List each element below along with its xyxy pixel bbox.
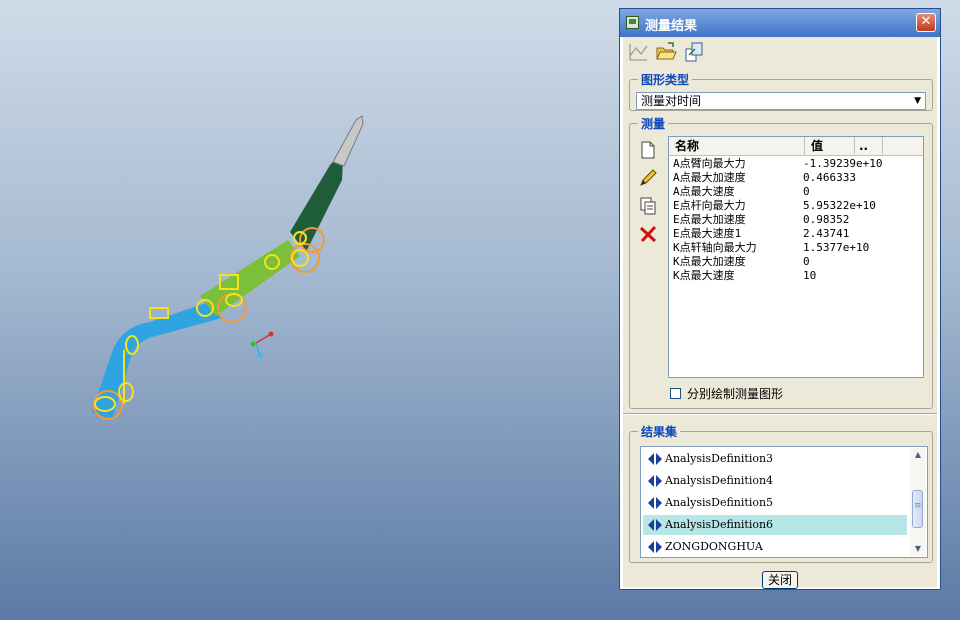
graph-type-value: 测量对时间 bbox=[641, 94, 702, 108]
close-icon[interactable]: ✕ bbox=[916, 13, 936, 32]
table-row[interactable]: E点最大速度1 2.43741 bbox=[669, 227, 923, 241]
result-set-legend: 结果集 bbox=[641, 425, 678, 439]
expand-arrows-icon bbox=[648, 453, 662, 465]
table-row[interactable]: K点最大加速度 0 bbox=[669, 255, 923, 269]
dialog-title: 测量结果 bbox=[645, 19, 698, 34]
graph-type-legend: 图形类型 bbox=[641, 73, 690, 87]
list-item[interactable]: ZONGDONGHUA bbox=[643, 537, 907, 557]
copy-icon[interactable] bbox=[638, 196, 658, 216]
scroll-down-icon[interactable]: ▼ bbox=[910, 542, 926, 556]
close-button[interactable]: 关闭 bbox=[762, 571, 798, 589]
list-item[interactable]: AnalysisDefinition3 bbox=[643, 449, 907, 469]
chevron-down-icon: ▼ bbox=[914, 96, 921, 106]
coordinate-triad-icon bbox=[250, 331, 274, 359]
column-value[interactable]: 值 bbox=[805, 137, 855, 155]
column-name[interactable]: 名称 bbox=[669, 137, 805, 155]
table-row[interactable]: K点最大速度 10 bbox=[669, 269, 923, 283]
table-header: 名称 值 .. bbox=[669, 137, 923, 156]
measures-group: 测量 名称 值 .. A点臂向最大力 -1.39239e+10 A点最大加速度 … bbox=[629, 115, 933, 409]
expand-arrows-icon bbox=[648, 541, 662, 553]
table-row[interactable]: E点最大加速度 0.98352 bbox=[669, 213, 923, 227]
column-more[interactable]: .. bbox=[855, 137, 883, 155]
tool-tip bbox=[332, 115, 364, 167]
graph-icon[interactable] bbox=[627, 41, 649, 63]
list-scrollbar[interactable]: ▲ ▼ bbox=[910, 448, 926, 556]
table-row[interactable]: A点臂向最大力 -1.39239e+10 bbox=[669, 157, 923, 171]
middle-arm-segment bbox=[200, 240, 300, 316]
export-icon[interactable] bbox=[683, 41, 705, 63]
split-plot-checkbox[interactable] bbox=[670, 388, 681, 399]
expand-arrows-icon bbox=[648, 497, 662, 509]
graph-type-select[interactable]: 测量对时间 ▼ bbox=[636, 92, 926, 110]
result-set-list[interactable]: AnalysisDefinition3 AnalysisDefinition4 … bbox=[640, 446, 928, 558]
new-document-icon[interactable] bbox=[638, 140, 658, 160]
table-row[interactable]: K点轩轴向最大力 1.5377e+10 bbox=[669, 241, 923, 255]
delete-x-icon[interactable] bbox=[638, 224, 658, 244]
list-item[interactable]: AnalysisDefinition6 bbox=[643, 515, 907, 535]
scroll-up-icon[interactable]: ▲ bbox=[910, 448, 926, 462]
mechanism-model[interactable] bbox=[0, 0, 600, 620]
expand-arrows-icon bbox=[648, 519, 662, 531]
table-row[interactable]: A点最大加速度 0.466333 bbox=[669, 171, 923, 185]
upper-arm-segment bbox=[290, 159, 343, 252]
list-item[interactable]: AnalysisDefinition4 bbox=[643, 471, 907, 491]
dialog-body: 图形类型 测量对时间 ▼ 测量 名称 值 .. A点臂向最大力 -1.39239… bbox=[623, 37, 937, 589]
split-plot-label: 分别绘制测量图形 bbox=[687, 387, 784, 401]
measures-legend: 测量 bbox=[641, 117, 666, 131]
table-row[interactable]: A点最大速度 0 bbox=[669, 185, 923, 199]
measure-results-dialog: 测量结果 ✕ 图形类型 测量对时间 ▼ 测量 名称 值 .. A点臂向最大力 -… bbox=[619, 8, 941, 590]
title-bar[interactable]: 测量结果 ✕ bbox=[620, 9, 940, 37]
scroll-thumb[interactable] bbox=[912, 490, 923, 528]
expand-arrows-icon bbox=[648, 475, 662, 487]
graph-type-group: 图形类型 测量对时间 ▼ bbox=[629, 71, 933, 111]
measures-table[interactable]: 名称 值 .. A点臂向最大力 -1.39239e+10 A点最大加速度 0.466… bbox=[668, 136, 924, 378]
list-item[interactable]: AnalysisDefinition5 bbox=[643, 493, 907, 513]
table-row[interactable]: E点杆向最大力 5.95322e+10 bbox=[669, 199, 923, 213]
edit-pencil-icon[interactable] bbox=[638, 168, 658, 188]
section-divider bbox=[623, 413, 937, 415]
open-folder-icon[interactable] bbox=[655, 41, 677, 63]
window-icon bbox=[626, 16, 639, 29]
result-set-group: 结果集 AnalysisDefinition3 AnalysisDefiniti… bbox=[629, 423, 933, 563]
